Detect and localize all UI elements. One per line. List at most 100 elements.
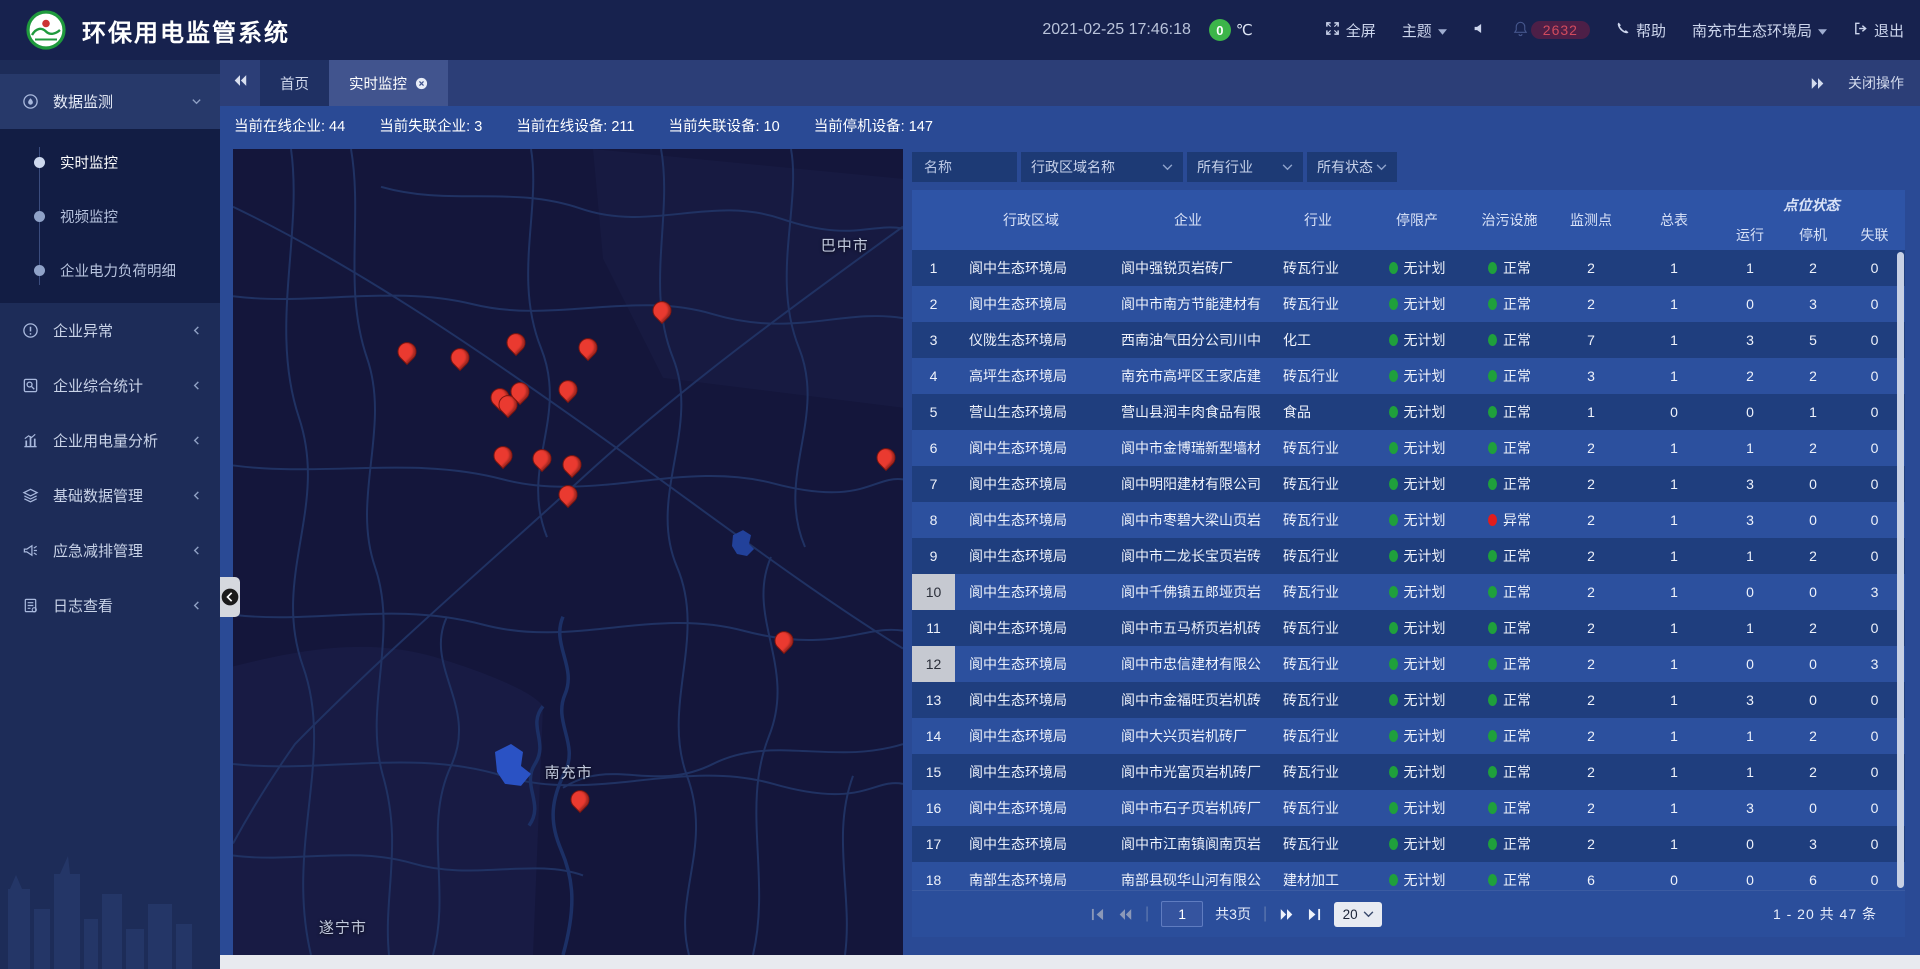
row-number: 15	[912, 754, 955, 790]
map-panel[interactable]: 巴中市南充市遂宁市	[233, 149, 903, 955]
map-pin-icon[interactable]	[559, 451, 586, 478]
table-row[interactable]: 6 阆中生态环境局 阆中市金博瑞新型墙材 砖瓦行业 无计划 正常 2 1 1 2…	[912, 430, 1905, 466]
tabs-scroll-right-button[interactable]	[1810, 77, 1826, 90]
alert-icon	[22, 322, 39, 339]
table-row[interactable]: 5 营山生态环境局 营山县润丰肉食品有限 食品 无计划 正常 1 0 0 1 0	[912, 394, 1905, 430]
fullscreen-button[interactable]: 全屏	[1325, 20, 1376, 41]
user-dropdown[interactable]: 南充市生态环境局	[1692, 20, 1827, 41]
table-row[interactable]: 16 阆中生态环境局 阆中市石子页岩机砖厂 砖瓦行业 无计划 正常 2 1 3 …	[912, 790, 1905, 826]
row-number: 17	[912, 826, 955, 862]
sidebar-group-企业综合统计[interactable]: 企业综合统计	[0, 358, 220, 413]
cell-region: 阆中生态环境局	[955, 646, 1107, 682]
cell-stopped: 0	[1782, 646, 1844, 682]
cell-monitor-points: 2	[1552, 502, 1630, 538]
sidebar-group-应急减排管理[interactable]: 应急减排管理	[0, 523, 220, 578]
status-dot-green	[1389, 442, 1398, 454]
last-page-button[interactable]	[1307, 908, 1322, 921]
cell-industry: 砖瓦行业	[1269, 718, 1367, 754]
table-row[interactable]: 4 高坪生态环境局 南充市高坪区王家店建 砖瓦行业 无计划 正常 3 1 2 2…	[912, 358, 1905, 394]
row-number: 3	[912, 322, 955, 358]
table-row[interactable]: 18 南部生态环境局 南部县砚华山河有限公 建材加工 无计划 正常 6 0 0 …	[912, 862, 1905, 890]
table-row[interactable]: 17 阆中生态环境局 阆中市江南镇阆南页岩 砖瓦行业 无计划 正常 2 1 0 …	[912, 826, 1905, 862]
tab-首页[interactable]: 首页	[260, 60, 329, 106]
chevron-left-icon	[191, 325, 202, 336]
notifications-button[interactable]: 2632	[1512, 20, 1590, 41]
map-pin-icon[interactable]	[648, 297, 675, 324]
map-pin-icon[interactable]	[447, 344, 474, 371]
chevron-down-icon	[1363, 911, 1374, 918]
cell-pollution-facility: 正常	[1467, 790, 1552, 826]
row-number: 6	[912, 430, 955, 466]
page-size-select[interactable]: 20	[1334, 902, 1382, 927]
table-row[interactable]: 13 阆中生态环境局 阆中市金福旺页岩机砖 砖瓦行业 无计划 正常 2 1 3 …	[912, 682, 1905, 718]
cell-monitor-points: 2	[1552, 466, 1630, 502]
sidebar-item-视频监控[interactable]: 视频监控	[0, 189, 220, 243]
close-operations-button[interactable]: 关闭操作	[1848, 73, 1904, 93]
cell-limit-production: 无计划	[1367, 610, 1467, 646]
next-page-button[interactable]	[1279, 908, 1295, 921]
chevron-left-icon	[191, 600, 202, 611]
map-pin-icon[interactable]	[873, 444, 900, 471]
map-pin-icon[interactable]	[567, 787, 594, 814]
page-number-input[interactable]: 1	[1161, 901, 1203, 927]
table-row[interactable]: 9 阆中生态环境局 阆中市二龙长宝页岩砖 砖瓦行业 无计划 正常 2 1 1 2…	[912, 538, 1905, 574]
col-企业: 企业	[1107, 190, 1269, 250]
table-row[interactable]: 3 仪陇生态环境局 西南油气田分公司川中 化工 无计划 正常 7 1 3 5 0	[912, 322, 1905, 358]
cell-industry: 化工	[1269, 322, 1367, 358]
sidebar-item-企业电力负荷明细[interactable]: 企业电力负荷明细	[0, 243, 220, 297]
tab-close-icon[interactable]	[415, 77, 428, 90]
map-pin-icon[interactable]	[502, 329, 529, 356]
cell-total-meters: 1	[1630, 682, 1718, 718]
table-row[interactable]: 14 阆中生态环境局 阆中大兴页岩机砖厂 砖瓦行业 无计划 正常 2 1 1 2…	[912, 718, 1905, 754]
map-collapse-button[interactable]	[220, 577, 240, 617]
tab-label: 实时监控	[349, 73, 407, 94]
status-dot-green	[1488, 586, 1497, 598]
cell-pollution-facility: 正常	[1467, 826, 1552, 862]
status-dot-green	[1488, 730, 1497, 742]
table-row[interactable]: 8 阆中生态环境局 阆中市枣碧大梁山页岩 砖瓦行业 无计划 异常 2 1 3 0…	[912, 502, 1905, 538]
table-scrollbar[interactable]	[1897, 252, 1904, 888]
table-row[interactable]: 11 阆中生态环境局 阆中市五马桥页岩机砖 砖瓦行业 无计划 正常 2 1 1 …	[912, 610, 1905, 646]
cell-total-meters: 0	[1630, 862, 1718, 890]
map-pin-icon[interactable]	[528, 445, 555, 472]
cell-stopped: 2	[1782, 610, 1844, 646]
map-pin-icon[interactable]	[555, 376, 582, 403]
sidebar-group-数据监测[interactable]: 数据监测	[0, 74, 220, 129]
sound-mute-button[interactable]	[1473, 22, 1486, 39]
status-dot-green	[1389, 514, 1398, 526]
table-row[interactable]: 7 阆中生态环境局 阆中明阳建材有限公司 砖瓦行业 无计划 正常 2 1 3 0…	[912, 466, 1905, 502]
tabs-scroll-left-button[interactable]	[220, 60, 260, 106]
sidebar-group-基础数据管理[interactable]: 基础数据管理	[0, 468, 220, 523]
table-row[interactable]: 1 阆中生态环境局 阆中强锐页岩砖厂 砖瓦行业 无计划 正常 2 1 1 2 0	[912, 250, 1905, 286]
map-pin-icon[interactable]	[575, 334, 602, 361]
help-button[interactable]: 帮助	[1616, 20, 1666, 41]
table-row[interactable]: 2 阆中生态环境局 阆中市南方节能建材有 砖瓦行业 无计划 正常 2 1 0 3…	[912, 286, 1905, 322]
prev-page-button[interactable]	[1117, 908, 1133, 921]
sidebar-group-企业异常[interactable]: 企业异常	[0, 303, 220, 358]
sidebar-group-企业用电量分析[interactable]: 企业用电量分析	[0, 413, 220, 468]
cell-running: 0	[1718, 862, 1782, 890]
chevron-down-icon	[191, 96, 202, 107]
status-filter-select[interactable]: 所有状态	[1307, 152, 1397, 182]
chevron-left-icon	[191, 545, 202, 556]
map-pin-icon[interactable]	[394, 338, 421, 365]
sidebar-group-日志查看[interactable]: 日志查看	[0, 578, 220, 633]
sidebar-item-实时监控[interactable]: 实时监控	[0, 135, 220, 189]
cell-industry: 砖瓦行业	[1269, 574, 1367, 610]
table-row[interactable]: 10 阆中生态环境局 阆中千佛镇五郎垭页岩 砖瓦行业 无计划 正常 2 1 0 …	[912, 574, 1905, 610]
name-filter-input[interactable]	[912, 159, 1017, 175]
region-filter-select[interactable]: 行政区域名称	[1021, 152, 1183, 182]
logout-button[interactable]: 退出	[1853, 20, 1904, 41]
first-page-button[interactable]	[1090, 908, 1105, 921]
tab-实时监控[interactable]: 实时监控	[329, 60, 448, 106]
table-row[interactable]: 12 阆中生态环境局 阆中市忠信建材有限公 砖瓦行业 无计划 正常 2 1 0 …	[912, 646, 1905, 682]
sidebar-group-label: 企业异常	[53, 320, 191, 341]
theme-dropdown[interactable]: 主题	[1402, 20, 1447, 41]
cell-region: 阆中生态环境局	[955, 682, 1107, 718]
map-pin-icon[interactable]	[555, 481, 582, 508]
cell-monitor-points: 2	[1552, 430, 1630, 466]
industry-filter-select[interactable]: 所有行业	[1187, 152, 1303, 182]
map-pin-icon[interactable]	[770, 627, 797, 654]
table-row[interactable]: 15 阆中生态环境局 阆中市光富页岩机砖厂 砖瓦行业 无计划 正常 2 1 1 …	[912, 754, 1905, 790]
map-pin-icon[interactable]	[490, 442, 517, 469]
